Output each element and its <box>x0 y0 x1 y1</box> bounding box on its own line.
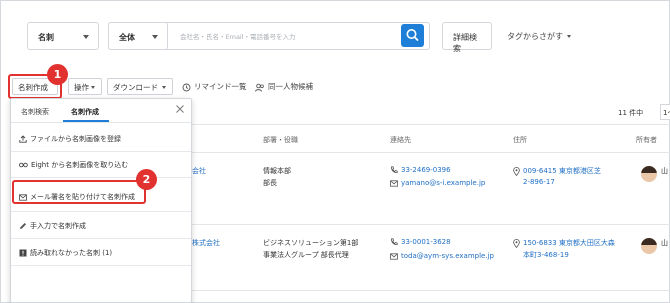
mail-icon <box>390 252 398 260</box>
header-divider <box>192 152 670 153</box>
column-header-owner: 所有者 <box>636 136 657 144</box>
tab-card-search[interactable]: 名刺検索 <box>21 107 49 117</box>
menu-divider <box>11 151 191 152</box>
email: yamano@s-i.example.jp <box>390 179 485 187</box>
row-divider <box>192 290 670 291</box>
menu-item-label: ファイルから名刺画像を登録 <box>30 135 121 143</box>
menu-divider <box>11 177 191 178</box>
avatar <box>641 166 657 182</box>
reminder-label: リマインド一覧 <box>194 82 247 91</box>
field-select-front[interactable]: 全体 <box>108 22 168 50</box>
menu-item-label: 読み取れなかった名刺 (1) <box>30 249 113 257</box>
chevron-down-icon <box>91 86 95 89</box>
address: 150-6833 東京都大田区大森 <box>513 238 615 248</box>
email-value[interactable]: toda@aym-sys.example.jp <box>401 252 494 260</box>
same-person-link[interactable]: 同一人物候補 <box>255 81 313 92</box>
step-badge-1: 1 <box>47 64 68 85</box>
menu-item-eight-import[interactable]: Eight から名刺画像を取り込む <box>11 153 191 177</box>
address-line1[interactable]: 150-6833 東京都大田区大森 <box>523 239 615 247</box>
owner-name: 山 <box>661 167 668 175</box>
search-input[interactable] <box>174 24 400 50</box>
location-pin-icon <box>513 238 520 248</box>
menu-divider <box>11 211 191 212</box>
tab-card-create[interactable]: 名刺作成 <box>71 107 99 117</box>
phone-value[interactable]: 33-2469-0396 <box>401 166 451 174</box>
company-name[interactable]: 会社 <box>192 166 206 176</box>
operation-button[interactable]: 操作 <box>68 78 102 95</box>
field-select-label: 全体 <box>119 33 135 42</box>
mail-icon <box>390 179 398 187</box>
phone: 33-2469-0396 <box>390 166 451 174</box>
pencil-icon <box>20 223 26 229</box>
company-name[interactable]: 株式会社 <box>192 238 220 248</box>
address-line1[interactable]: 009-6415 東京都港区芝 <box>523 167 601 175</box>
menu-item-unreadable-cards[interactable]: 読み取れなかった名刺 (1) <box>11 241 191 265</box>
menu-item-manual-entry[interactable]: 手入力で名刺作成 <box>11 214 191 238</box>
same-person-label: 同一人物候補 <box>268 82 313 91</box>
phone-value[interactable]: 33-0001-3628 <box>401 238 451 246</box>
chevron-down-icon <box>162 86 166 89</box>
people-icon <box>255 83 264 92</box>
job-title: 事業法人グループ 部長代理 <box>263 251 349 259</box>
job-title: 部長 <box>263 179 277 187</box>
owner-name: 山 <box>661 239 668 247</box>
step-badge-2: 2 <box>136 169 157 190</box>
address-line2[interactable]: 本町3-468-19 <box>523 250 569 260</box>
column-header-address: 住所 <box>513 136 527 144</box>
department: ビジネスソリューション第1部 <box>263 239 359 247</box>
alert-icon <box>19 249 27 257</box>
address-line2[interactable]: 2-896-17 <box>523 178 555 186</box>
department: 情報本部 <box>263 167 291 175</box>
clock-icon <box>182 83 191 91</box>
download-label: ダウンロード <box>113 83 158 92</box>
tabs-divider <box>11 122 191 123</box>
menu-divider <box>11 238 191 239</box>
column-header-department: 部署・役職 <box>263 136 298 144</box>
reminder-link[interactable]: リマインド一覧 <box>182 81 247 92</box>
menu-divider <box>11 265 191 266</box>
chevron-down-icon <box>567 35 571 38</box>
chevron-down-icon <box>83 35 89 39</box>
download-button[interactable]: ダウンロード <box>107 78 173 95</box>
result-count: 11 件中 <box>618 109 644 117</box>
address: 009-6415 東京都港区芝 <box>513 166 601 176</box>
chevron-down-icon <box>152 35 158 39</box>
search-icon <box>406 29 419 41</box>
tag-search-label: タグからさがす <box>507 32 563 41</box>
email-value[interactable]: yamano@s-i.example.jp <box>401 179 485 187</box>
close-icon[interactable] <box>175 104 185 114</box>
menu-item-label: Eight から名刺画像を取り込む <box>31 161 129 169</box>
scope-select[interactable]: 名刺 <box>27 22 99 50</box>
page-select-label: 1〜 <box>663 109 670 117</box>
phone: 33-0001-3628 <box>390 238 451 246</box>
eight-logo-icon <box>19 162 28 168</box>
scope-select-label: 名刺 <box>38 33 54 42</box>
tag-search-link[interactable]: タグからさがす <box>507 31 571 42</box>
table-top-line <box>192 124 670 125</box>
menu-item-label: 手入力で名刺作成 <box>30 222 86 230</box>
search-button[interactable] <box>401 24 424 47</box>
operation-label: 操作 <box>74 83 89 92</box>
menu-item-file-upload[interactable]: ファイルから名刺画像を登録 <box>11 127 191 151</box>
phone-icon <box>391 238 398 246</box>
column-header-contact: 連絡先 <box>390 136 411 144</box>
location-pin-icon <box>513 166 520 176</box>
phone-icon <box>391 166 398 174</box>
row-divider <box>192 224 670 225</box>
detail-search-button[interactable]: 詳細検索 <box>442 22 492 53</box>
avatar <box>641 238 657 254</box>
email: toda@aym-sys.example.jp <box>390 252 494 260</box>
upload-icon <box>19 135 27 143</box>
highlight-box-2 <box>12 180 146 204</box>
